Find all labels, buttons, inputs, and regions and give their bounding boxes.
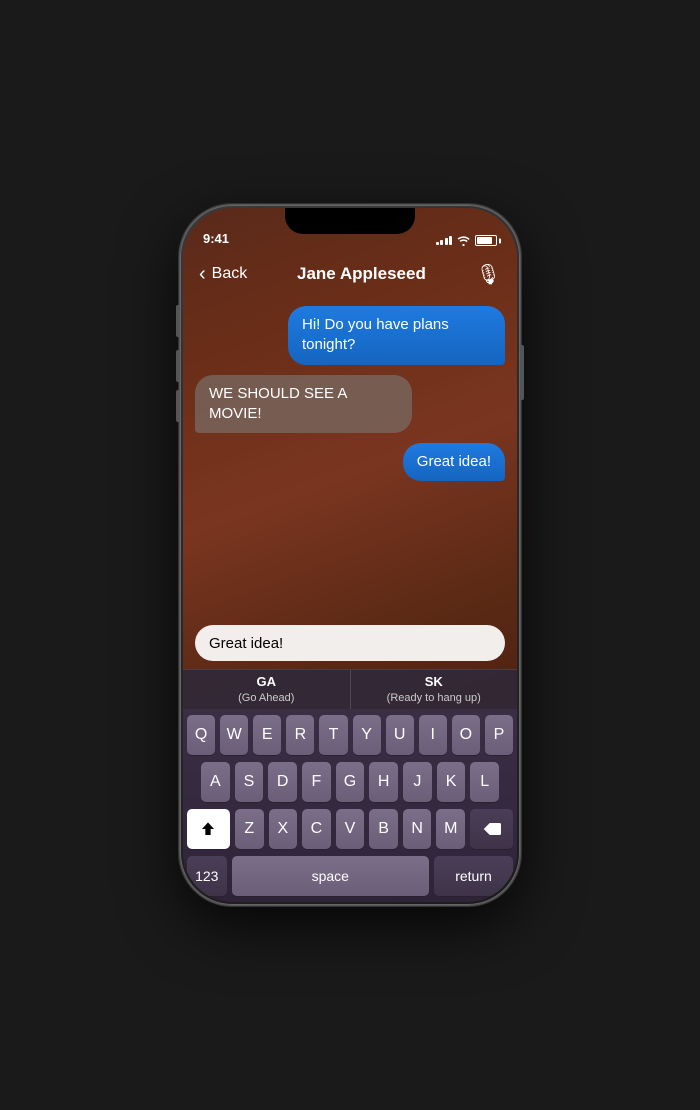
key-d[interactable]: D [268,762,297,802]
keyboard-row-3: Z X C V B N M [187,809,513,849]
message-bubble-incoming-1: WE SHOULD SEE A MOVIE! [195,375,412,434]
autocomplete-expansion-sk: (Ready to hang up) [387,691,481,705]
messages-area: Hi! Do you have plans tonight? WE SHOULD… [183,296,517,617]
key-j[interactable]: J [403,762,432,802]
return-key[interactable]: return [434,856,513,896]
input-bar [183,617,517,669]
key-u[interactable]: U [386,715,414,755]
key-x[interactable]: X [269,809,298,849]
key-w[interactable]: W [220,715,248,755]
message-bubble-outgoing-2: Great idea! [403,443,505,481]
notch [285,208,415,234]
chevron-left-icon: ‹ [199,263,206,286]
key-t[interactable]: T [319,715,347,755]
key-s[interactable]: S [235,762,264,802]
keyboard-row-1: Q W E R T Y U I O P [187,715,513,755]
autocomplete-abbr-sk: SK [425,674,443,691]
keyboard: Q W E R T Y U I O P A S D F G H J K [183,709,517,902]
shift-key[interactable] [187,809,230,849]
autocomplete-item-sk[interactable]: SK (Ready to hang up) [351,670,518,709]
space-key[interactable]: space [232,856,430,896]
key-a[interactable]: A [201,762,230,802]
key-g[interactable]: G [336,762,365,802]
key-z[interactable]: Z [235,809,264,849]
wifi-icon [456,235,471,246]
key-q[interactable]: Q [187,715,215,755]
phone-frame: 9:41 [180,205,520,905]
battery-icon [475,235,497,246]
key-m[interactable]: M [436,809,465,849]
back-button[interactable]: ‹ Back [199,263,247,286]
phone-screen: 9:41 [183,208,517,902]
key-e[interactable]: E [253,715,281,755]
key-p[interactable]: P [485,715,513,755]
num-key[interactable]: 123 [187,856,227,896]
autocomplete-expansion-ga: (Go Ahead) [238,691,294,705]
signal-icon [436,236,453,245]
key-v[interactable]: V [336,809,365,849]
key-b[interactable]: B [369,809,398,849]
navigation-bar: ‹ Back Jane Appleseed 🎙 [183,252,517,296]
key-o[interactable]: O [452,715,480,755]
autocomplete-item-ga[interactable]: GA (Go Ahead) [183,670,351,709]
delete-key[interactable] [470,809,513,849]
key-l[interactable]: L [470,762,499,802]
key-r[interactable]: R [286,715,314,755]
autocomplete-abbr-ga: GA [257,674,277,691]
contact-name: Jane Appleseed [297,264,426,284]
autocomplete-bar: GA (Go Ahead) SK (Ready to hang up) [183,669,517,709]
key-h[interactable]: H [369,762,398,802]
microphone-icon[interactable]: 🎙 [476,262,501,287]
key-y[interactable]: Y [353,715,381,755]
message-bubble-outgoing-1: Hi! Do you have plans tonight? [288,306,505,365]
keyboard-row-2: A S D F G H J K L [187,762,513,802]
key-f[interactable]: F [302,762,331,802]
key-i[interactable]: I [419,715,447,755]
key-n[interactable]: N [403,809,432,849]
message-input[interactable] [195,625,505,661]
keyboard-row-4: 123 space return [187,856,513,896]
key-k[interactable]: K [437,762,466,802]
status-icons [436,235,498,246]
back-label: Back [212,265,248,283]
status-time: 9:41 [203,231,229,246]
key-c[interactable]: C [302,809,331,849]
